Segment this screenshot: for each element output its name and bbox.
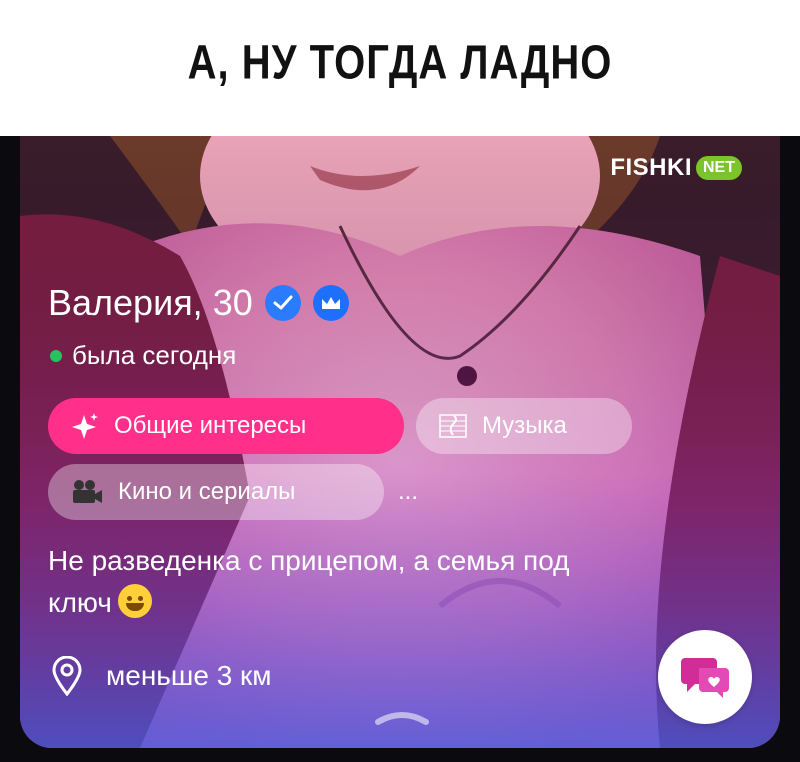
online-dot [50,349,62,362]
crown-icon[interactable] [312,285,349,321]
fishki-watermark: FISHKI NET [610,154,742,182]
bio-text: ключ [48,587,112,618]
phone-screen: FISHKI NET Валерия, 30 была сегодня Общи… [0,136,800,762]
location-pin-icon [52,656,82,696]
chip-music[interactable]: Музыка [416,398,632,454]
profile-header: Валерия, 30 [48,282,349,324]
brand-tld: NET [696,156,742,180]
chip-label: Музыка [482,412,567,439]
distance-info: меньше 3 км [50,656,272,696]
chip-common-interests[interactable]: Общие интересы [48,398,404,454]
online-status: была сегодня [50,340,236,371]
chip-label: Общие интересы [114,412,307,439]
movie-camera-icon [73,480,102,503]
status-text: была сегодня [72,340,237,370]
profile-card[interactable]: FISHKI NET Валерия, 30 была сегодня Общи… [20,136,780,748]
music-icon [439,414,467,438]
verified-check-icon[interactable] [264,285,301,321]
meme-caption: А, НУ ТОГДА ЛАДНО [0,0,800,136]
caption-text: А, НУ ТОГДА ЛАДНО [187,36,613,89]
sparkles-icon [72,413,98,439]
message-button[interactable] [658,630,752,724]
more-chips[interactable]: ... [398,478,418,506]
distance-text: меньше 3 км [106,660,272,691]
chevron-up-icon[interactable] [372,706,432,728]
brand-name: FISHKI [610,154,692,181]
bio-line-2: ключ [48,582,728,624]
bio-line: Не разведенка с прицепом, а семья под [48,545,570,576]
profile-bio: Не разведенка с прицепом, а семья под кл… [48,540,728,624]
chip-label: Кино и сериалы [118,478,296,505]
grinning-face-icon [117,584,152,618]
chat-heart-icon [681,658,729,698]
chip-movies-series[interactable]: Кино и сериалы [48,464,384,520]
profile-name-age: Валерия, 30 [48,282,253,323]
